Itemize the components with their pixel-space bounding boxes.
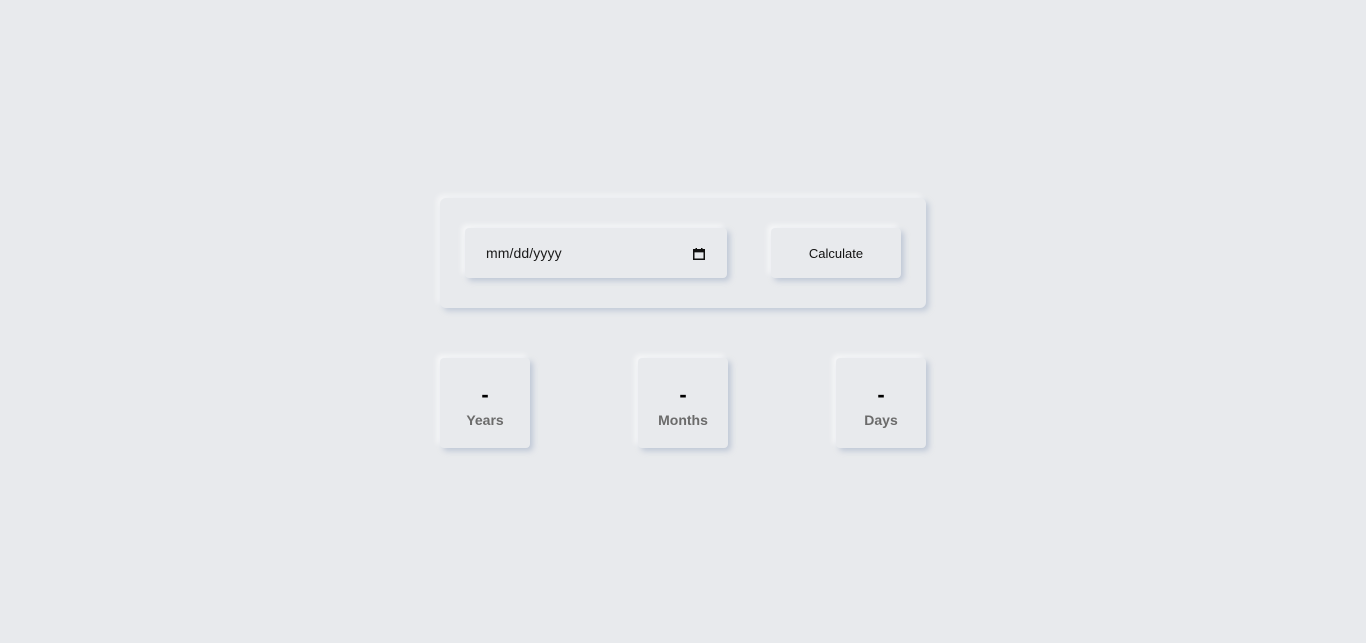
days-value: - xyxy=(877,382,885,407)
years-label: Years xyxy=(466,412,504,428)
months-label: Months xyxy=(658,412,708,428)
months-value: - xyxy=(679,382,687,407)
input-panel: mm/dd/yyyy Calculate xyxy=(440,198,926,308)
date-input[interactable]: mm/dd/yyyy xyxy=(465,228,727,278)
date-placeholder: mm/dd/yyyy xyxy=(486,245,562,261)
calculate-button[interactable]: Calculate xyxy=(771,228,901,278)
years-result-box: - Years xyxy=(440,358,530,448)
calendar-icon[interactable] xyxy=(693,247,705,260)
age-calculator-page: mm/dd/yyyy Calculate - Years - Months - … xyxy=(0,0,1366,643)
years-value: - xyxy=(481,382,489,407)
days-label: Days xyxy=(864,412,898,428)
days-result-box: - Days xyxy=(836,358,926,448)
months-result-box: - Months xyxy=(638,358,728,448)
